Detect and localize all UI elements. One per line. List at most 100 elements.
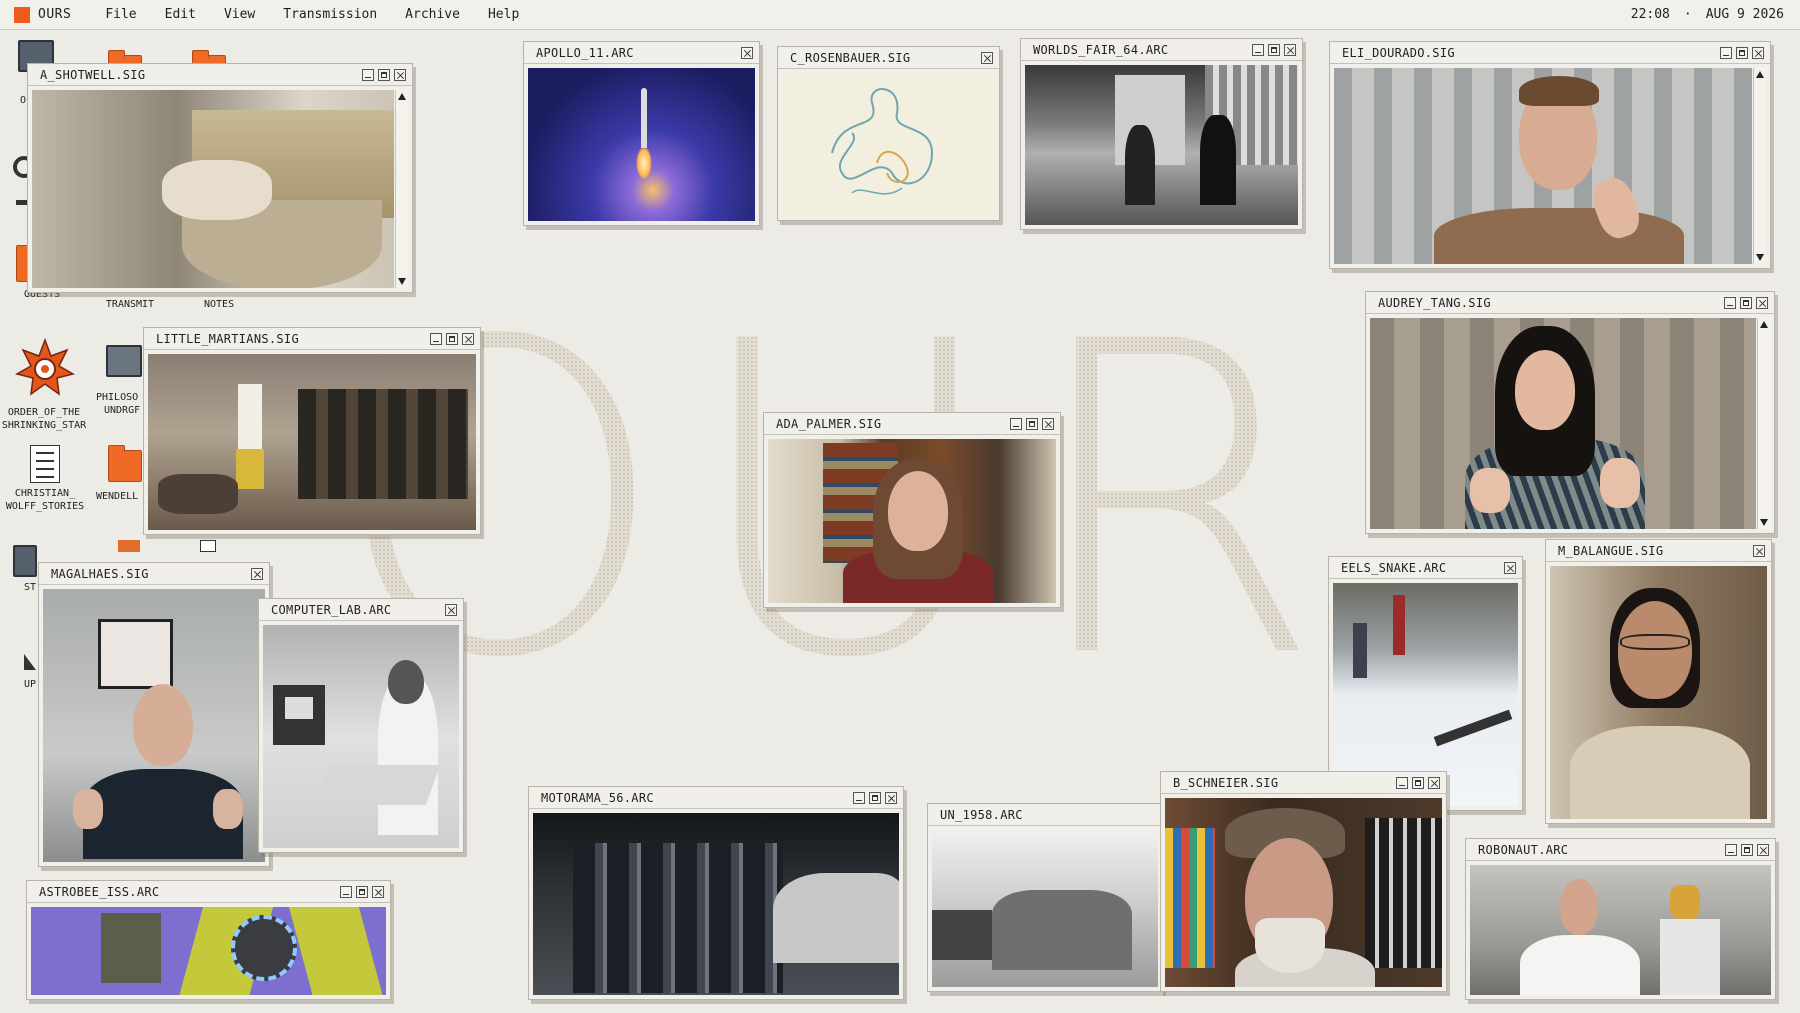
video-rocket-launch[interactable]: [528, 68, 755, 221]
title-bar[interactable]: APOLLO_11.ARC: [524, 42, 759, 64]
minimize-button[interactable]: [1252, 43, 1264, 56]
close-button[interactable]: [1753, 544, 1765, 557]
title-bar[interactable]: C_ROSENBAUER.SIG: [778, 47, 999, 69]
desktop-icon-partial-up[interactable]: UP: [10, 650, 40, 691]
maximize-button[interactable]: [446, 332, 458, 345]
close-button[interactable]: [1757, 843, 1769, 856]
minimize-button[interactable]: [430, 332, 442, 345]
minimize-button[interactable]: [853, 791, 865, 804]
close-button[interactable]: [885, 791, 897, 804]
title-bar[interactable]: M_BALANGUE.SIG: [1546, 540, 1771, 562]
title-bar[interactable]: MOTORAMA_56.ARC: [529, 787, 903, 809]
video-ada-palmer[interactable]: [768, 439, 1056, 603]
close-button[interactable]: [1042, 417, 1054, 430]
video-b-schneier[interactable]: [1165, 798, 1442, 987]
minimize-button[interactable]: [1725, 843, 1737, 856]
video-magalhaes[interactable]: [43, 589, 265, 862]
minimize-button[interactable]: [1396, 776, 1408, 789]
window-little-martians[interactable]: LITTLE_MARTIANS.SIG: [143, 327, 481, 535]
window-magalhaes[interactable]: MAGALHAES.SIG: [38, 562, 270, 867]
title-bar[interactable]: LITTLE_MARTIANS.SIG: [144, 328, 480, 350]
minimize-button[interactable]: [362, 68, 374, 81]
menu-archive[interactable]: Archive: [405, 7, 460, 22]
ours-logo-icon[interactable]: [14, 6, 30, 23]
video-audrey-tang[interactable]: [1370, 318, 1756, 529]
title-bar[interactable]: B_SCHNEIER.SIG: [1161, 772, 1446, 794]
title-bar[interactable]: MAGALHAES.SIG: [39, 563, 269, 585]
close-button[interactable]: [1752, 46, 1764, 59]
window-ada-palmer[interactable]: ADA_PALMER.SIG: [763, 412, 1061, 608]
maximize-button[interactable]: [1741, 843, 1753, 856]
menu-help[interactable]: Help: [488, 7, 519, 22]
close-button[interactable]: [372, 885, 384, 898]
scroll-down-icon[interactable]: [1756, 254, 1764, 261]
menu-file[interactable]: File: [105, 7, 136, 22]
close-button[interactable]: [981, 51, 993, 64]
maximize-button[interactable]: [1268, 43, 1280, 56]
title-bar[interactable]: WORLDS_FAIR_64.ARC: [1021, 39, 1302, 61]
menu-edit[interactable]: Edit: [165, 7, 196, 22]
video-m-balangue[interactable]: [1550, 566, 1767, 819]
close-button[interactable]: [394, 68, 406, 81]
window-motorama-56[interactable]: MOTORAMA_56.ARC: [528, 786, 904, 1000]
window-eli-dourado[interactable]: ELI_DOURADO.SIG: [1329, 41, 1771, 269]
menu-transmission[interactable]: Transmission: [283, 7, 377, 22]
title-bar[interactable]: ASTROBEE_ISS.ARC: [27, 881, 390, 903]
close-button[interactable]: [462, 332, 474, 345]
title-bar[interactable]: UN_1958.ARC: [928, 804, 1162, 826]
menu-view[interactable]: View: [224, 7, 255, 22]
image-painting-execution[interactable]: [148, 354, 476, 530]
video-eli-dourado[interactable]: [1334, 68, 1752, 264]
window-un-1958[interactable]: UN_1958.ARC: [927, 803, 1163, 992]
maximize-button[interactable]: [356, 885, 368, 898]
image-river-map[interactable]: [782, 73, 995, 216]
window-audrey-tang[interactable]: AUDREY_TANG.SIG: [1365, 291, 1775, 534]
maximize-button[interactable]: [1736, 46, 1748, 59]
title-bar[interactable]: ADA_PALMER.SIG: [764, 413, 1060, 435]
window-worlds-fair-64[interactable]: WORLDS_FAIR_64.ARC: [1020, 38, 1303, 230]
close-button[interactable]: [1756, 296, 1768, 309]
title-bar[interactable]: AUDREY_TANG.SIG: [1366, 292, 1774, 314]
folder-icon[interactable]: [118, 540, 140, 552]
window-computer-lab[interactable]: COMPUTER_LAB.ARC: [258, 598, 464, 853]
scrollbar[interactable]: [395, 90, 408, 288]
desktop-icon-order-of-the-shrinking-star[interactable]: ORDER_OF_THE SHRINKING_STAR: [0, 337, 90, 432]
scroll-up-icon[interactable]: [398, 93, 406, 100]
scroll-up-icon[interactable]: [1756, 71, 1764, 78]
document-icon[interactable]: [200, 540, 216, 552]
close-button[interactable]: [1284, 43, 1296, 56]
minimize-button[interactable]: [340, 885, 352, 898]
desktop-icon-wendell[interactable]: WENDELL: [90, 445, 150, 503]
close-button[interactable]: [741, 46, 753, 59]
maximize-button[interactable]: [378, 68, 390, 81]
video-worlds-fair[interactable]: [1025, 65, 1298, 225]
close-button[interactable]: [251, 567, 263, 580]
scroll-up-icon[interactable]: [1760, 321, 1768, 328]
window-c-rosenbauer[interactable]: C_ROSENBAUER.SIG: [777, 46, 1000, 221]
minimize-button[interactable]: [1724, 296, 1736, 309]
minimize-button[interactable]: [1720, 46, 1732, 59]
video-un-1958[interactable]: [932, 830, 1158, 987]
desktop-icon-philoso-undrgf[interactable]: PHILOSO UNDRGF: [82, 345, 142, 417]
video-pottery[interactable]: [32, 90, 394, 288]
close-button[interactable]: [1428, 776, 1440, 789]
maximize-button[interactable]: [869, 791, 881, 804]
title-bar[interactable]: EELS_SNAKE.ARC: [1329, 557, 1522, 579]
video-astrobee-iss[interactable]: [31, 907, 386, 995]
scroll-down-icon[interactable]: [1760, 519, 1768, 526]
minimize-button[interactable]: [1010, 417, 1022, 430]
window-a-shotwell[interactable]: A_SHOTWELL.SIG: [27, 63, 413, 293]
desktop-icon-christian-wolff-stories[interactable]: CHRISTIAN_ WOLFF_STORIES: [0, 445, 90, 513]
window-robonaut[interactable]: ROBONAUT.ARC: [1465, 838, 1776, 1000]
app-name[interactable]: OURS: [38, 7, 71, 22]
title-bar[interactable]: COMPUTER_LAB.ARC: [259, 599, 463, 621]
desktop-icon-partial-st[interactable]: ST: [10, 545, 40, 594]
maximize-button[interactable]: [1026, 417, 1038, 430]
scroll-down-icon[interactable]: [398, 278, 406, 285]
window-apollo-11[interactable]: APOLLO_11.ARC: [523, 41, 760, 226]
video-computer-lab[interactable]: [263, 625, 459, 848]
video-motorama[interactable]: [533, 813, 899, 995]
close-button[interactable]: [1504, 561, 1516, 574]
maximize-button[interactable]: [1740, 296, 1752, 309]
video-robonaut[interactable]: [1470, 865, 1771, 995]
